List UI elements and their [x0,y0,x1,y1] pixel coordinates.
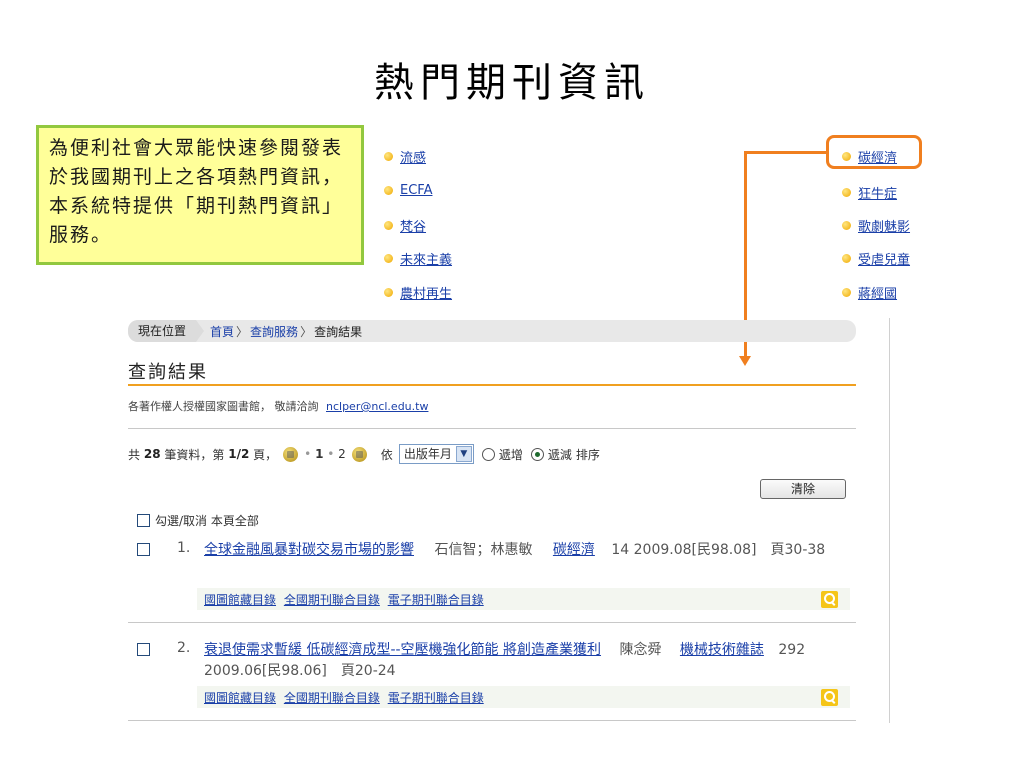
magnifier-icon[interactable] [821,591,838,608]
breadcrumb-service-link[interactable]: 查詢服務 [250,323,298,340]
hot-topic-item[interactable]: 歌劇魅影 [842,216,910,235]
hot-topic-item[interactable]: 蔣經國 [842,283,897,302]
record-checkbox[interactable] [137,543,150,556]
total-count: 28 [143,447,161,461]
paging-text: 共 [128,447,141,462]
hot-topic-link[interactable]: 蔣經國 [858,283,897,302]
breadcrumb-separator: 〉 [236,324,249,339]
ejournal-catalog-link[interactable]: 電子期刊聯合目錄 [388,691,484,705]
highlight-box [826,135,922,169]
sort-field-value: 出版年月 [403,447,452,461]
hot-topic-link[interactable]: 狂牛症 [858,183,897,202]
breadcrumb-home-link[interactable]: 首頁 [210,323,234,340]
list-item: 1. 全球金融風暴對碳交易市場的影響 石信智；林惠敏 碳經濟 14 2009.0… [137,540,852,610]
contact-email-link[interactable]: nclper@ncl.edu.tw [326,400,428,413]
paging-text: 頁， [253,447,278,462]
page-separator: • [304,447,312,461]
ejournal-catalog-link[interactable]: 電子期刊聯合目錄 [388,593,484,607]
hot-topic-item[interactable]: ECFA [384,183,432,198]
bullet-dot-icon [842,221,851,230]
record-links: 國圖館藏目錄 全國期刊聯合目錄 電子期刊聯合目錄 [204,689,488,706]
page-link-1[interactable]: 1 [315,447,323,461]
record-citation: 衰退使需求暫緩 低碳經濟成型--空壓機強化節能 將創造產業獲利 陳念舜 機械技術… [204,640,852,682]
hot-topic-link[interactable]: 流感 [400,147,426,166]
record-journal-link[interactable]: 碳經濟 [553,542,595,558]
record-checkbox[interactable] [137,643,150,656]
paging-bar: 共 28 筆資料，第 1/2 頁， • 1 • 2 依 出版年月 ▼ 遞增 遞減 … [128,444,600,464]
sort-desc-label: 遞減 [547,447,572,462]
record-links: 國圖館藏目錄 全國期刊聯合目錄 電子期刊聯合目錄 [204,591,488,608]
record-authors: 陳念舜 [619,642,662,658]
slide-title: 熱門期刊資訊 [374,60,650,106]
hot-topic-item[interactable]: 梵谷 [384,216,426,235]
union-catalog-link[interactable]: 全國期刊聯合目錄 [284,593,380,607]
hot-topic-link[interactable]: 受虐兒童 [858,249,910,268]
copyright-text: 各著作權人授權國家圖書館， 敬請洽詢 [128,400,319,413]
hot-topic-link[interactable]: 農村再生 [400,283,452,302]
sort-asc-label: 遞增 [498,447,523,462]
hot-topic-item[interactable]: 受虐兒童 [842,249,910,268]
breadcrumb-label: 現在位置 [128,320,205,342]
clear-button[interactable]: 清除 [760,479,846,499]
bullet-dot-icon [384,186,393,195]
connector-line [744,151,828,154]
hot-topic-link[interactable]: 未來主義 [400,249,452,268]
page-link-2[interactable]: 2 [338,447,346,461]
record-journal-link[interactable]: 機械技術雜誌 [680,642,764,658]
record-authors: 石信智；林惠敏 [434,542,533,558]
breadcrumb: 現在位置 首頁 〉 查詢服務 〉 查詢結果 [128,320,856,342]
prev-page-icon[interactable] [283,446,299,462]
union-catalog-link[interactable]: 全國期刊聯合目錄 [284,691,380,705]
hot-topic-item[interactable]: 農村再生 [384,283,452,302]
select-all-row: 勾選/取消 本頁全部 [137,512,259,529]
page-title: 查詢結果 [128,362,208,383]
select-all-checkbox[interactable] [137,514,150,527]
hot-topic-link[interactable]: 梵谷 [400,216,426,235]
paging-text: 筆資料，第 [164,447,225,462]
record-title-link[interactable]: 全球金融風暴對碳交易市場的影響 [204,542,414,558]
sort-label: 排序 [575,447,600,462]
page-indicator: 1/2 [228,447,250,461]
sort-field-select[interactable]: 出版年月 ▼ [398,444,474,464]
arrow-down-icon [739,356,751,366]
record-details: 14 2009.08[民98.08] 頁30-38 [611,542,826,558]
divider [889,318,890,723]
record-number: 2. [177,640,191,656]
page-separator: • [327,447,335,461]
bullet-dot-icon [384,254,393,263]
sort-asc-radio[interactable] [481,447,495,461]
sort-by-label: 依 [380,447,393,462]
catalog-link[interactable]: 國圖館藏目錄 [204,691,276,705]
catalog-link[interactable]: 國圖館藏目錄 [204,593,276,607]
callout-description: 為便利社會大眾能快速參閱發表於我國期刊上之各項熱門資訊，本系統特提供「期刊熱門資… [36,125,364,265]
dropdown-arrow-icon: ▼ [455,446,472,462]
select-all-label: 勾選/取消 本頁全部 [155,514,259,528]
record-number: 1. [177,540,191,556]
copyright-notice: 各著作權人授權國家圖書館， 敬請洽詢 nclper@ncl.edu.tw [128,398,428,414]
list-item: 2. 衰退使需求暫緩 低碳經濟成型--空壓機強化節能 將創造產業獲利 陳念舜 機… [137,640,852,710]
bullet-dot-icon [384,221,393,230]
hot-topic-item[interactable]: 狂牛症 [842,183,897,202]
divider [128,720,856,721]
next-page-icon[interactable] [351,446,367,462]
breadcrumb-current: 查詢結果 [314,324,363,339]
bullet-dot-icon [842,288,851,297]
hot-topic-item[interactable]: 流感 [384,147,426,166]
divider [128,428,856,429]
breadcrumb-separator: 〉 [300,324,313,339]
divider [128,622,856,623]
sort-desc-radio[interactable] [530,447,544,461]
hot-topic-link[interactable]: 歌劇魅影 [858,216,910,235]
hot-topic-item[interactable]: 未來主義 [384,249,452,268]
bullet-dot-icon [384,288,393,297]
bullet-dot-icon [842,188,851,197]
title-rule [128,384,856,386]
hot-topic-link[interactable]: ECFA [400,183,432,198]
bullet-dot-icon [384,152,393,161]
record-title-link[interactable]: 衰退使需求暫緩 低碳經濟成型--空壓機強化節能 將創造產業獲利 [204,642,601,658]
magnifier-icon[interactable] [821,689,838,706]
bullet-dot-icon [842,254,851,263]
record-citation: 全球金融風暴對碳交易市場的影響 石信智；林惠敏 碳經濟 14 2009.08[民… [204,540,852,561]
